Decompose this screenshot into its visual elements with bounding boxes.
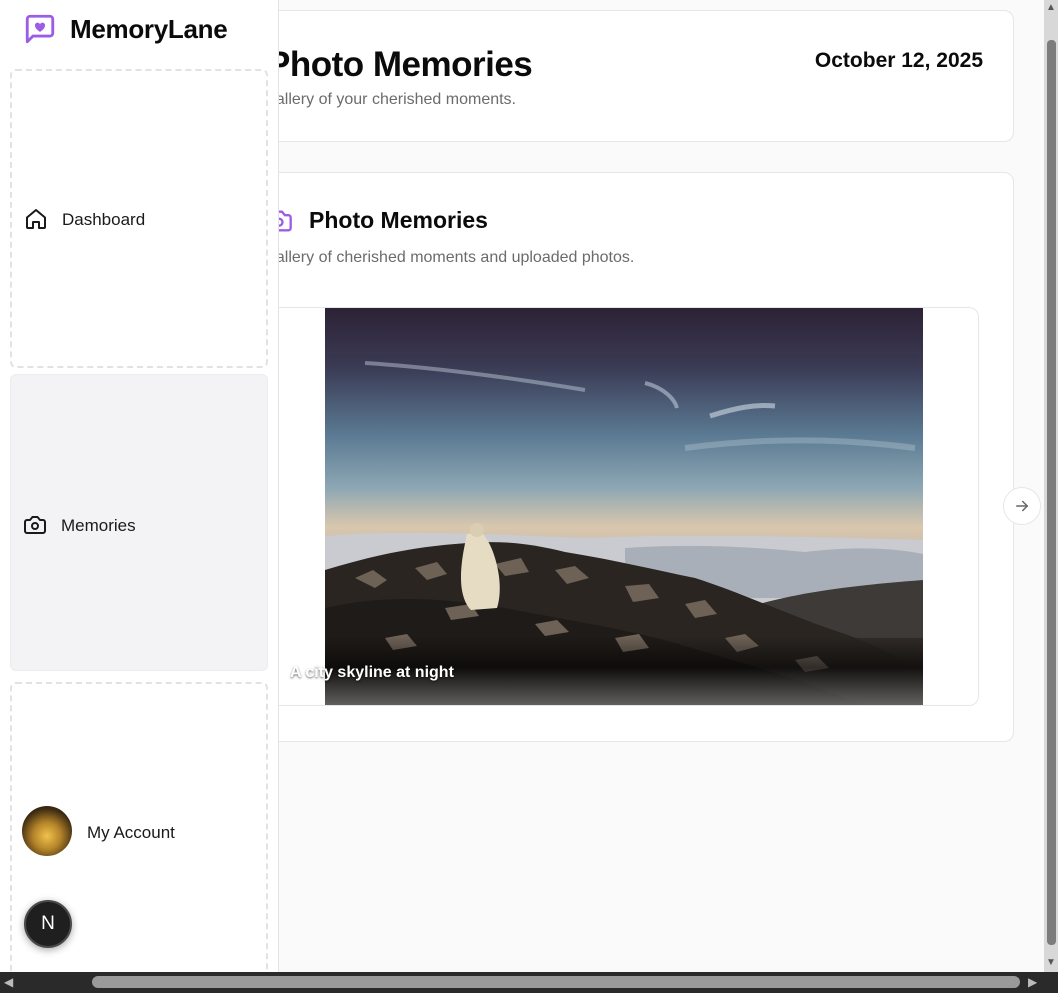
- page-header-card: Photo Memories gallery of your cherished…: [200, 10, 1014, 142]
- dev-tools-badge[interactable]: N: [24, 900, 72, 948]
- horizontal-scrollbar[interactable]: ◀ ▶: [0, 972, 1058, 993]
- carousel-photo[interactable]: [325, 308, 923, 705]
- vertical-scroll-thumb[interactable]: [1047, 40, 1056, 945]
- scroll-left-icon[interactable]: ◀: [4, 975, 13, 989]
- scroll-down-icon[interactable]: ▼: [1046, 957, 1056, 968]
- sidebar-item-label: Memories: [61, 516, 136, 535]
- vertical-scrollbar[interactable]: ▲ ▼: [1044, 0, 1058, 972]
- current-date: October 12, 2025: [814, 49, 983, 72]
- brand-name: MemoryLane: [70, 14, 228, 44]
- heart-message-icon: [25, 14, 55, 44]
- sidebar-item-label: My Account: [87, 823, 175, 842]
- scroll-right-icon[interactable]: ▶: [1028, 975, 1037, 989]
- horizontal-scroll-thumb[interactable]: [92, 976, 1020, 988]
- home-icon: [26, 209, 46, 229]
- page-subtitle: gallery of your cherished moments.: [267, 91, 516, 108]
- scroll-up-icon[interactable]: ▲: [1046, 2, 1056, 13]
- gallery-title: Photo Memories: [309, 207, 488, 233]
- avatar: [22, 806, 72, 856]
- sidebar-item-label: Dashboard: [62, 210, 146, 229]
- photo-carousel[interactable]: A city skyline at night: [231, 307, 979, 706]
- slide-caption: A city skyline at night: [290, 664, 454, 681]
- sidebar: MemoryLane Dashboard Memories My Account…: [0, 0, 279, 982]
- sidebar-item-dashboard[interactable]: Dashboard: [10, 69, 268, 368]
- camera-icon: [24, 516, 46, 534]
- photo-gallery-card: Photo Memories gallery of cherished mome…: [200, 172, 1014, 742]
- carousel-next-button[interactable]: [1003, 487, 1041, 525]
- gallery-subtitle: gallery of cherished moments and uploade…: [267, 249, 635, 266]
- sidebar-item-memories[interactable]: Memories: [10, 374, 268, 671]
- page-title: Photo Memories: [267, 45, 533, 84]
- arrow-right-icon: [1016, 500, 1028, 512]
